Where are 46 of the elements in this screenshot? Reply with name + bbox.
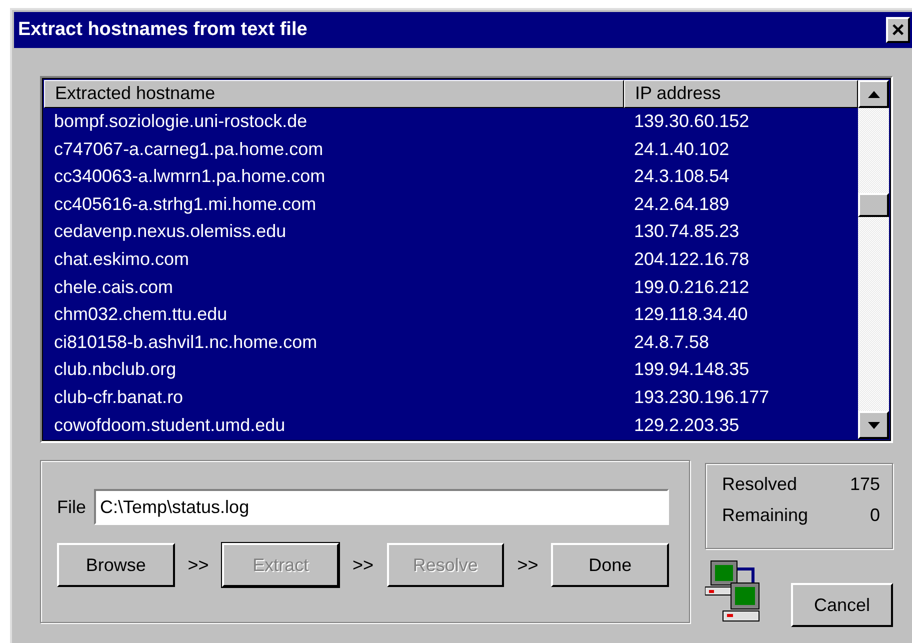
ip-cell-text: 139.30.60.152 (633, 110, 750, 132)
hostname-cell-text: cc340063-a.lwmrn1.pa.home.com (53, 166, 326, 188)
scroll-down-button[interactable] (858, 411, 889, 439)
stat-value: 175 (850, 474, 880, 495)
column-header[interactable]: Extracted hostname (44, 80, 624, 108)
ip-cell-text: 130.74.85.23 (633, 221, 740, 242)
file-label: File (57, 496, 86, 518)
hostname-cell-text: c747067-a.carneg1.pa.home.com (53, 138, 324, 160)
ip-cell-text: 24.1.40.102 (633, 138, 730, 160)
step-button[interactable]: Done (551, 543, 669, 587)
step-separator: >> (188, 554, 209, 576)
ip-cell-text: 129.118.34.40 (633, 304, 748, 326)
hostname-cell-text: chm032.chem.ttu.edu (53, 304, 228, 326)
scrollbar[interactable] (858, 80, 889, 439)
scroll-up-button[interactable] (858, 80, 889, 108)
close-button[interactable]: × (886, 17, 910, 43)
stat-label: Remaining (722, 505, 808, 526)
hostname-cell-text: cedavenp.nexus.olemiss.edu (53, 221, 288, 242)
ip-cell-text: 24.3.108.54 (633, 166, 730, 188)
down-arrow-icon (868, 422, 880, 428)
hostname-cell-text: cc405616-a.strhg1.mi.home.com (53, 194, 318, 215)
ip-cell-text: 24.2.64.189 (633, 194, 730, 215)
up-arrow-icon (868, 90, 880, 98)
ip-cell-text: 193.230.196.177 (633, 387, 770, 408)
file-field[interactable]: C:\Temp\status.log (94, 489, 669, 525)
hostname-cell-text: ci810158-b.ashvil1.nc.home.com (53, 332, 318, 353)
hostname-cell-text: club.nbclub.org (53, 359, 178, 380)
scroll-thumb[interactable] (858, 193, 889, 217)
step-button[interactable]: Browse (57, 543, 175, 587)
column-header[interactable]: IP address (624, 80, 858, 108)
hostname-cell-text: club-cfr.banat.ro (53, 387, 184, 408)
cancel-button[interactable]: Cancel (791, 583, 893, 627)
stat-label: Resolved (722, 474, 798, 495)
step-separator: >> (352, 554, 374, 576)
step-separator: >> (517, 554, 538, 576)
stat-value: 0 (870, 505, 880, 526)
hostname-cell-text: cowofdoom.student.umd.edu (53, 414, 286, 436)
hostname-cell-text: chele.cais.com (53, 276, 174, 298)
hostname-cell-text: bompf.soziologie.uni-rostock.de (53, 110, 308, 132)
ip-cell-text: 24.8.7.58 (633, 332, 710, 353)
ip-cell-text: 204.122.16.78 (633, 248, 750, 270)
window-title: Extract hostnames from text file (18, 19, 308, 41)
ip-cell-text: 129.2.203.35 (633, 414, 740, 436)
hostname-cell-text: chat.eskimo.com (53, 248, 190, 270)
ip-cell-text: 199.94.148.35 (633, 359, 750, 380)
ip-cell-text: 199.0.216.212 (633, 276, 750, 298)
